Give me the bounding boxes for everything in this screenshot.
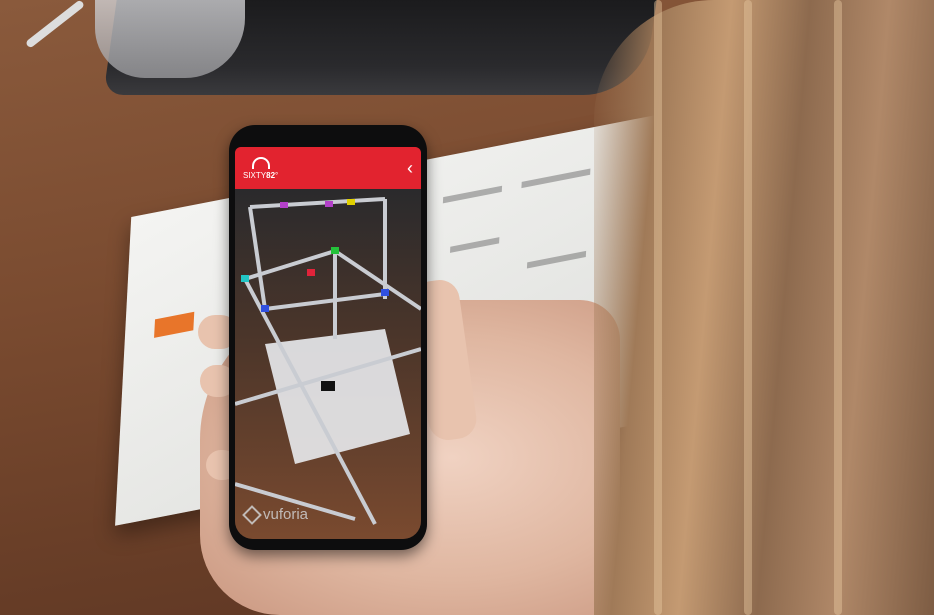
chevron-left-icon[interactable]: ‹ bbox=[407, 159, 413, 177]
logo-text-suffix: ° bbox=[275, 170, 279, 180]
joint-marker bbox=[307, 269, 315, 276]
ar-camera-view[interactable]: vuforia bbox=[235, 189, 421, 539]
catalog-text-line bbox=[521, 168, 591, 189]
smartphone: SIXTY82° ‹ vuforia bbox=[229, 125, 427, 550]
joint-marker bbox=[261, 305, 269, 312]
joint-marker bbox=[241, 275, 249, 282]
photo-scene: SIXTY82° ‹ vuforia bbox=[0, 0, 934, 615]
logo-icon bbox=[251, 156, 270, 169]
catalog-text-line bbox=[449, 237, 500, 253]
logo-text-number: 82 bbox=[266, 170, 276, 180]
pen bbox=[24, 0, 86, 49]
hair-strand bbox=[744, 0, 752, 615]
truss-model bbox=[235, 197, 421, 525]
phone-screen: SIXTY82° ‹ vuforia bbox=[235, 147, 421, 539]
joint-marker bbox=[321, 381, 335, 391]
joint-marker bbox=[381, 289, 389, 296]
logo-text-prefix: SIXTY bbox=[243, 170, 267, 180]
hair-strand bbox=[654, 0, 662, 615]
watermark-text: vuforia bbox=[263, 506, 309, 523]
app-header: SIXTY82° ‹ bbox=[235, 147, 421, 189]
joint-marker bbox=[325, 201, 333, 207]
catalog-text-line bbox=[442, 185, 503, 204]
hair bbox=[594, 0, 934, 615]
joint-marker bbox=[280, 202, 288, 208]
app-logo: SIXTY82° bbox=[243, 156, 279, 180]
hair-strand bbox=[834, 0, 842, 615]
vuforia-icon bbox=[242, 504, 262, 525]
catalog-orange-tab bbox=[154, 311, 195, 338]
vuforia-watermark: vuforia bbox=[242, 504, 309, 525]
joint-marker bbox=[347, 199, 355, 205]
catalog-text-line bbox=[526, 250, 587, 269]
joint-marker bbox=[331, 247, 339, 254]
ar-catalog-page bbox=[265, 329, 410, 464]
